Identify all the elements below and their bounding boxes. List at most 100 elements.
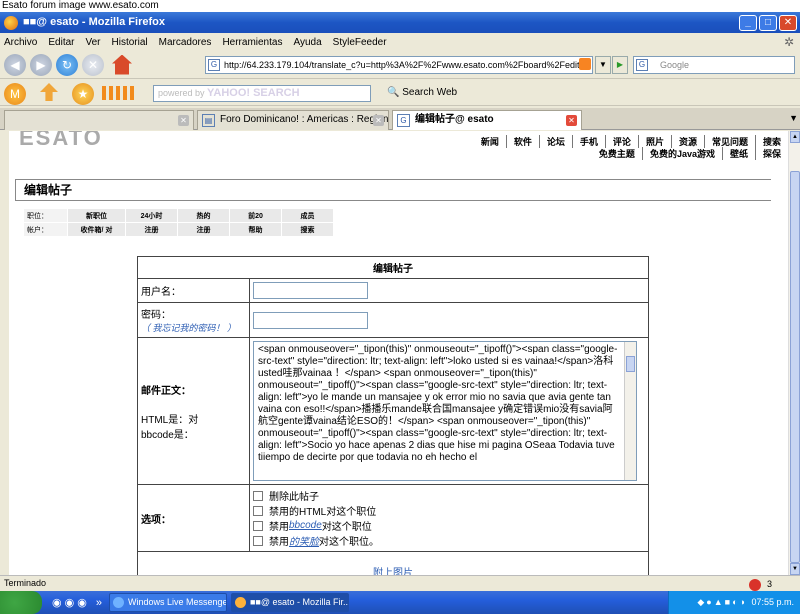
scroll-down-icon[interactable]: ▼ (790, 563, 800, 575)
menu-historial[interactable]: Historial (112, 37, 148, 48)
tab-foro-label: Foro Dominicano! : Americas : Region... (220, 114, 389, 125)
menu-editar[interactable]: Editar (48, 37, 74, 48)
mini-top20[interactable]: 前20 (229, 208, 282, 223)
search-web-button[interactable]: 🔍 Search Web (387, 87, 457, 98)
mini-inbox[interactable]: 收件箱/ 对 (67, 222, 126, 237)
window-titlebar: ■■@ esato - Mozilla Firefox _ □ ✕ (0, 12, 800, 33)
tab-close-icon[interactable]: ✕ (566, 115, 577, 126)
page-scrollbar[interactable]: ▲ ▼ (788, 131, 800, 575)
mini-members[interactable]: 成员 (281, 208, 334, 223)
adblock-icon[interactable] (748, 578, 761, 591)
forgot-password-link[interactable]: （ 我忘记我的密码！ ） (141, 321, 246, 334)
account-label: 帐户： (23, 222, 68, 237)
quick-launch-icon[interactable]: ◉◉◉ » (52, 596, 105, 609)
window-title: ■■@ esato - Mozilla Firefox (23, 16, 165, 28)
nav-free-themes[interactable]: 免费主题 (592, 147, 643, 160)
tab-foro-dominicano[interactable]: ▤ Foro Dominicano! : Americas : Region..… (197, 110, 389, 130)
star-icon[interactable]: ★ (72, 83, 94, 105)
taskbar-firefox-label: ■■@ esato - Mozilla Fir... (249, 597, 349, 607)
tab-list-icon[interactable]: ▼ (789, 113, 798, 123)
menu-ver[interactable]: Ver (85, 37, 100, 48)
scroll-thumb[interactable] (790, 171, 800, 563)
mozilla-menu-icon[interactable]: M (4, 83, 26, 105)
google-favicon-icon: G (208, 59, 220, 71)
signal-bars-icon (102, 86, 134, 100)
mini-new-posts[interactable]: 新职位 (67, 208, 126, 223)
rss-icon[interactable] (579, 58, 591, 70)
message-body-textarea[interactable]: <span onmouseover="_tipon(this)" onmouse… (253, 341, 637, 481)
nav-software[interactable]: 软件 (507, 135, 540, 148)
smilies-link[interactable]: 的笑脸 (289, 533, 319, 548)
taskbar-messenger-label: Windows Live Messenger (127, 597, 227, 607)
yahoo-placeholder: powered by (158, 88, 205, 98)
go-icon[interactable]: ▶ (612, 56, 628, 74)
nav-wallpapers[interactable]: 壁纸 (723, 147, 756, 160)
menu-archivo[interactable]: Archivo (4, 37, 37, 48)
mini-help[interactable]: 帮助 (229, 222, 282, 237)
minimize-button[interactable]: _ (739, 15, 757, 31)
taskbar-messenger[interactable]: Windows Live Messenger (108, 593, 227, 612)
top-nav-2: 免费主题 免费的Java游戏 壁纸 探保 (592, 147, 788, 160)
disable-html-checkbox[interactable] (253, 505, 263, 516)
image-caption: Esato forum image www.esato.com (0, 0, 800, 12)
disable-bbcode-checkbox[interactable] (253, 520, 263, 531)
mini-nav-table: 职位： 新职位 24小时 热的 前20 成员 帐户： 收件箱/ 对 注册 注册 … (23, 208, 334, 237)
maximize-button[interactable]: □ (759, 15, 777, 31)
google-search-icon: G (636, 59, 648, 71)
gear-icon[interactable]: ✲ (784, 35, 794, 49)
stop-icon[interactable]: ✕ (82, 53, 104, 76)
status-bar: Terminado 3 (0, 575, 800, 591)
tab-edit-label: 编辑帖子@ esato (415, 114, 494, 125)
esato-logo: ESATO (19, 131, 103, 150)
password-label: 密码： (141, 310, 171, 321)
home-icon[interactable] (112, 54, 132, 75)
tab-edit-post[interactable]: G 编辑帖子@ esato ✕ (392, 110, 582, 130)
scroll-up-icon[interactable]: ▲ (790, 131, 800, 143)
nav-forum[interactable]: 论坛 (540, 135, 573, 148)
start-button[interactable] (0, 591, 42, 614)
bbcode-link[interactable]: bbcode (289, 520, 322, 531)
disable-smilies-checkbox[interactable] (253, 535, 263, 546)
page-content: ESATO 新闻 软件 论坛 手机 评论 照片 资源 常见问题 搜索 免费主题 … (9, 131, 788, 575)
system-tray: ◆●▲■◐◑ 07:55 p.m. (668, 591, 800, 614)
username-field[interactable] (253, 282, 368, 299)
mini-24h[interactable]: 24小时 (125, 208, 178, 223)
google-favicon-icon: G (397, 114, 410, 127)
url-text: http://64.233.179.104/translate_c?u=http… (224, 60, 580, 70)
yahoo-search-input[interactable]: powered by YAHOO! SEARCH (153, 85, 371, 102)
password-field[interactable] (253, 311, 368, 329)
mini-search[interactable]: 搜索 (281, 222, 334, 237)
page-icon: ▤ (202, 114, 215, 127)
url-dropdown-icon[interactable]: ▼ (595, 56, 611, 74)
attach-image-link[interactable]: 附上图片 (137, 551, 649, 575)
tray-icons[interactable]: ◆●▲■◐◑ (697, 597, 751, 607)
textarea-scrollbar[interactable] (624, 342, 636, 480)
tab-close-icon[interactable]: ✕ (178, 115, 189, 126)
nav-java-games[interactable]: 免费的Java游戏 (643, 147, 723, 160)
delete-post-checkbox[interactable] (253, 490, 263, 501)
menu-stylefeeder[interactable]: StyleFeeder (333, 37, 387, 48)
menu-herramientas[interactable]: Herramientas (222, 37, 282, 48)
nav-more[interactable]: 探保 (756, 147, 788, 160)
mini-register-1[interactable]: 注册 (125, 222, 178, 237)
tab-first[interactable]: ✕ (4, 110, 194, 130)
menu-ayuda[interactable]: Ayuda (293, 37, 321, 48)
url-bar[interactable]: G http://64.233.179.104/translate_c?u=ht… (205, 56, 593, 74)
html-status: HTML是：对 (141, 414, 199, 426)
tab-close-icon[interactable]: ✕ (373, 115, 384, 126)
nav-news[interactable]: 新闻 (474, 135, 507, 148)
search-input[interactable]: G Google (633, 56, 795, 74)
mini-hot[interactable]: 热的 (177, 208, 230, 223)
page-title: 编辑帖子 (15, 179, 771, 201)
reload-icon[interactable]: ↻ (56, 53, 78, 76)
close-button[interactable]: ✕ (779, 15, 797, 31)
delete-post-label: 删除此帖子 (269, 492, 319, 503)
menu-marcadores[interactable]: Marcadores (159, 37, 212, 48)
username-label: 用户名： (137, 278, 250, 303)
mini-register-2[interactable]: 注册 (177, 222, 230, 237)
firefox-icon (4, 15, 18, 30)
taskbar-firefox[interactable]: ■■@ esato - Mozilla Fir... (230, 593, 349, 612)
back-icon[interactable]: ◀ (4, 53, 26, 76)
forward-icon[interactable]: ▶ (30, 53, 52, 76)
options-label: 选项： (137, 484, 250, 552)
